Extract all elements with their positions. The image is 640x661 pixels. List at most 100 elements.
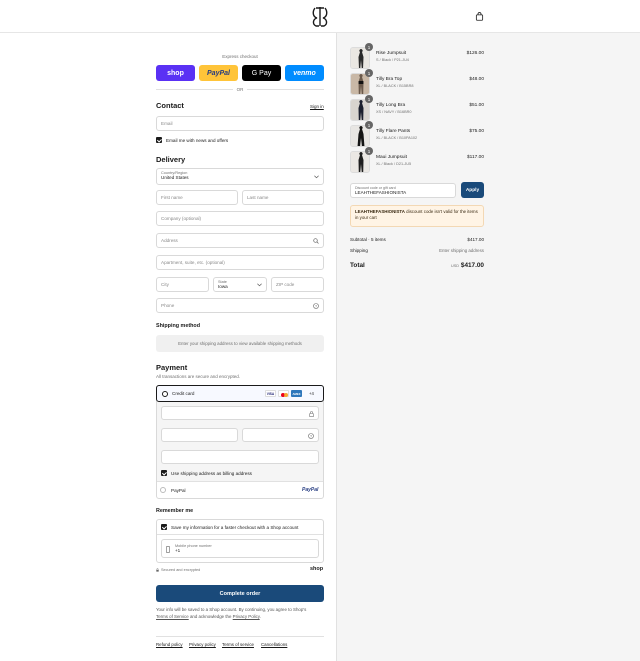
subtotal-label: Subtotal · 5 items <box>350 237 386 242</box>
total-label: Total <box>350 262 365 269</box>
zip-field[interactable]: ZIP code <box>271 277 324 292</box>
city-field[interactable]: City <box>156 277 209 292</box>
country-select[interactable]: Country/Region United States <box>156 168 324 185</box>
search-icon <box>313 238 319 244</box>
google-pay-button[interactable]: G Pay <box>242 65 281 81</box>
item-variant: XL / Black / D21-JU5 <box>376 162 412 166</box>
security-code-field[interactable]: ? <box>242 428 319 442</box>
discount-error-code: LEAHTHEFASHIONISTA <box>355 209 405 214</box>
shipping-method-placeholder: Enter your shipping address to view avai… <box>156 335 324 352</box>
quantity-badge: 1 <box>365 43 373 51</box>
cart-item: 1 Rise Jumpsuit S / Black / P21-JU4 $126… <box>350 43 484 69</box>
brand-logo-icon[interactable] <box>311 6 329 27</box>
discount-code-field[interactable]: Discount code or gift card LEAHTHEFASHIO… <box>350 183 456 198</box>
address-field[interactable]: Address <box>156 233 324 248</box>
remember-me-heading: Remember me <box>156 508 194 514</box>
apartment-field[interactable]: Apartment, suite, etc. (optional) <box>156 255 324 270</box>
news-checkbox[interactable] <box>156 137 162 143</box>
paypal-option-label[interactable]: PayPal <box>171 488 186 493</box>
quantity-badge: 1 <box>365 147 373 155</box>
cart-item: 1 Tilly Flare Pants XL / BLACK / B10PA10… <box>350 121 484 147</box>
item-variant: XL / BLACK / B10PA102 <box>376 136 418 140</box>
payment-subtitle: All transactions are secure and encrypte… <box>156 374 241 379</box>
credit-card-radio[interactable] <box>162 391 168 397</box>
item-name: Rise Jumpsuit <box>376 51 407 56</box>
shipping-value: Enter shipping address <box>439 248 484 253</box>
save-info-label: Save my information for a faster checkou… <box>171 525 299 530</box>
expiration-field[interactable] <box>161 428 238 442</box>
amex-icon: AMEX <box>291 390 302 397</box>
address-placeholder: Address <box>161 238 178 243</box>
payment-divider <box>157 481 323 482</box>
chevron-down-icon <box>314 175 319 179</box>
mobile-phone-field[interactable]: Mobile phone number +1 <box>161 539 319 558</box>
save-info-checkbox[interactable] <box>161 524 167 530</box>
name-on-card-field[interactable] <box>161 450 319 464</box>
total-value: $417.00 <box>460 262 484 269</box>
shopping-bag-icon[interactable] <box>475 12 484 21</box>
payment-heading: Payment <box>156 363 188 372</box>
phone-field[interactable]: Phone ? <box>156 298 324 313</box>
billing-address-label: Use shipping address as billing address <box>171 471 252 476</box>
state-value: Iowa <box>218 284 228 289</box>
discount-error-banner: LEAHTHEFASHIONISTA discount code isn't v… <box>350 205 484 227</box>
billing-address-checkbox[interactable] <box>161 470 167 476</box>
lock-icon <box>309 410 314 417</box>
contact-heading: Contact <box>156 101 184 110</box>
delivery-heading: Delivery <box>156 155 186 164</box>
item-variant: S / Black / P21-JU4 <box>376 58 409 62</box>
item-variant: XS / NAVY / B16BR0 <box>376 110 412 114</box>
help-icon[interactable]: ? <box>308 432 314 439</box>
paypal-button[interactable]: PayPal <box>199 65 238 81</box>
item-name: Tilly Bra Top <box>376 77 403 82</box>
cart-item: 1 Tilly Long Bra XS / NAVY / B16BR0 $51.… <box>350 95 484 121</box>
mastercard-icon <box>278 390 289 397</box>
subtotal-value: $417.00 <box>467 237 484 242</box>
news-checkbox-label: Email me with news and offers <box>166 138 229 143</box>
item-price: $48.00 <box>469 77 484 82</box>
refund-policy-link[interactable]: Refund policy <box>156 642 183 647</box>
credit-card-label: Credit card <box>172 391 195 396</box>
item-price: $126.00 <box>466 51 484 56</box>
shop-terms-end: . <box>259 613 261 619</box>
card-number-field[interactable] <box>161 406 319 420</box>
venmo-button[interactable]: venmo <box>285 65 324 81</box>
complete-order-button[interactable]: Complete order <box>156 585 324 602</box>
first-name-field[interactable]: First name <box>156 190 238 205</box>
lock-icon <box>156 568 159 572</box>
item-name: Tilly Long Bra <box>376 103 406 108</box>
privacy-policy-footer-link[interactable]: Privacy policy <box>189 642 216 647</box>
item-variant: XL / BLACK / B15BR8 <box>376 84 414 88</box>
email-field[interactable]: Email <box>156 116 324 131</box>
privacy-policy-link[interactable]: Privacy Policy <box>233 614 260 619</box>
country-value: United States <box>161 175 189 180</box>
phone-icon <box>166 546 170 553</box>
express-checkout-title: Express checkout <box>222 54 258 59</box>
shop-terms-text: Your info will be saved to a Shop accoun… <box>156 607 307 612</box>
shipping-method-heading: Shipping method <box>156 323 201 329</box>
footer-divider <box>156 636 324 637</box>
terms-of-service-link[interactable]: Terms of Service <box>156 614 189 619</box>
help-icon[interactable]: ? <box>313 303 319 309</box>
cancellations-link[interactable]: Cancellations <box>261 642 287 647</box>
shop-pay-button[interactable]: shop <box>156 65 195 81</box>
terms-of-service-footer-link[interactable]: Terms of service <box>222 642 254 647</box>
last-name-field[interactable]: Last name <box>242 190 324 205</box>
credit-card-option[interactable]: Credit card VISA AMEX +4 <box>156 385 324 402</box>
paypal-logo-icon: PayPal <box>302 487 319 493</box>
apply-button[interactable]: Apply <box>461 182 484 198</box>
cart-item: 1 Maui Jumpsuit XL / Black / D21-JU5 $11… <box>350 147 484 173</box>
mobile-phone-value: +1 <box>175 548 181 553</box>
item-price: $51.00 <box>469 103 484 108</box>
quantity-badge: 1 <box>365 69 373 77</box>
shop-terms-note: Your info will be saved to a Shop accoun… <box>156 607 326 621</box>
shipping-label: Shipping <box>350 248 368 253</box>
state-select[interactable]: State Iowa <box>213 277 267 292</box>
currency-label: USD <box>451 264 460 268</box>
company-field[interactable]: Company (optional) <box>156 211 324 226</box>
paypal-radio[interactable] <box>160 487 166 493</box>
cart-item: 1 Tilly Bra Top XL / BLACK / B15BR8 $48.… <box>350 69 484 95</box>
quantity-badge: 1 <box>365 121 373 129</box>
sign-in-link[interactable]: Sign in <box>310 104 324 109</box>
item-price: $75.00 <box>469 129 484 134</box>
